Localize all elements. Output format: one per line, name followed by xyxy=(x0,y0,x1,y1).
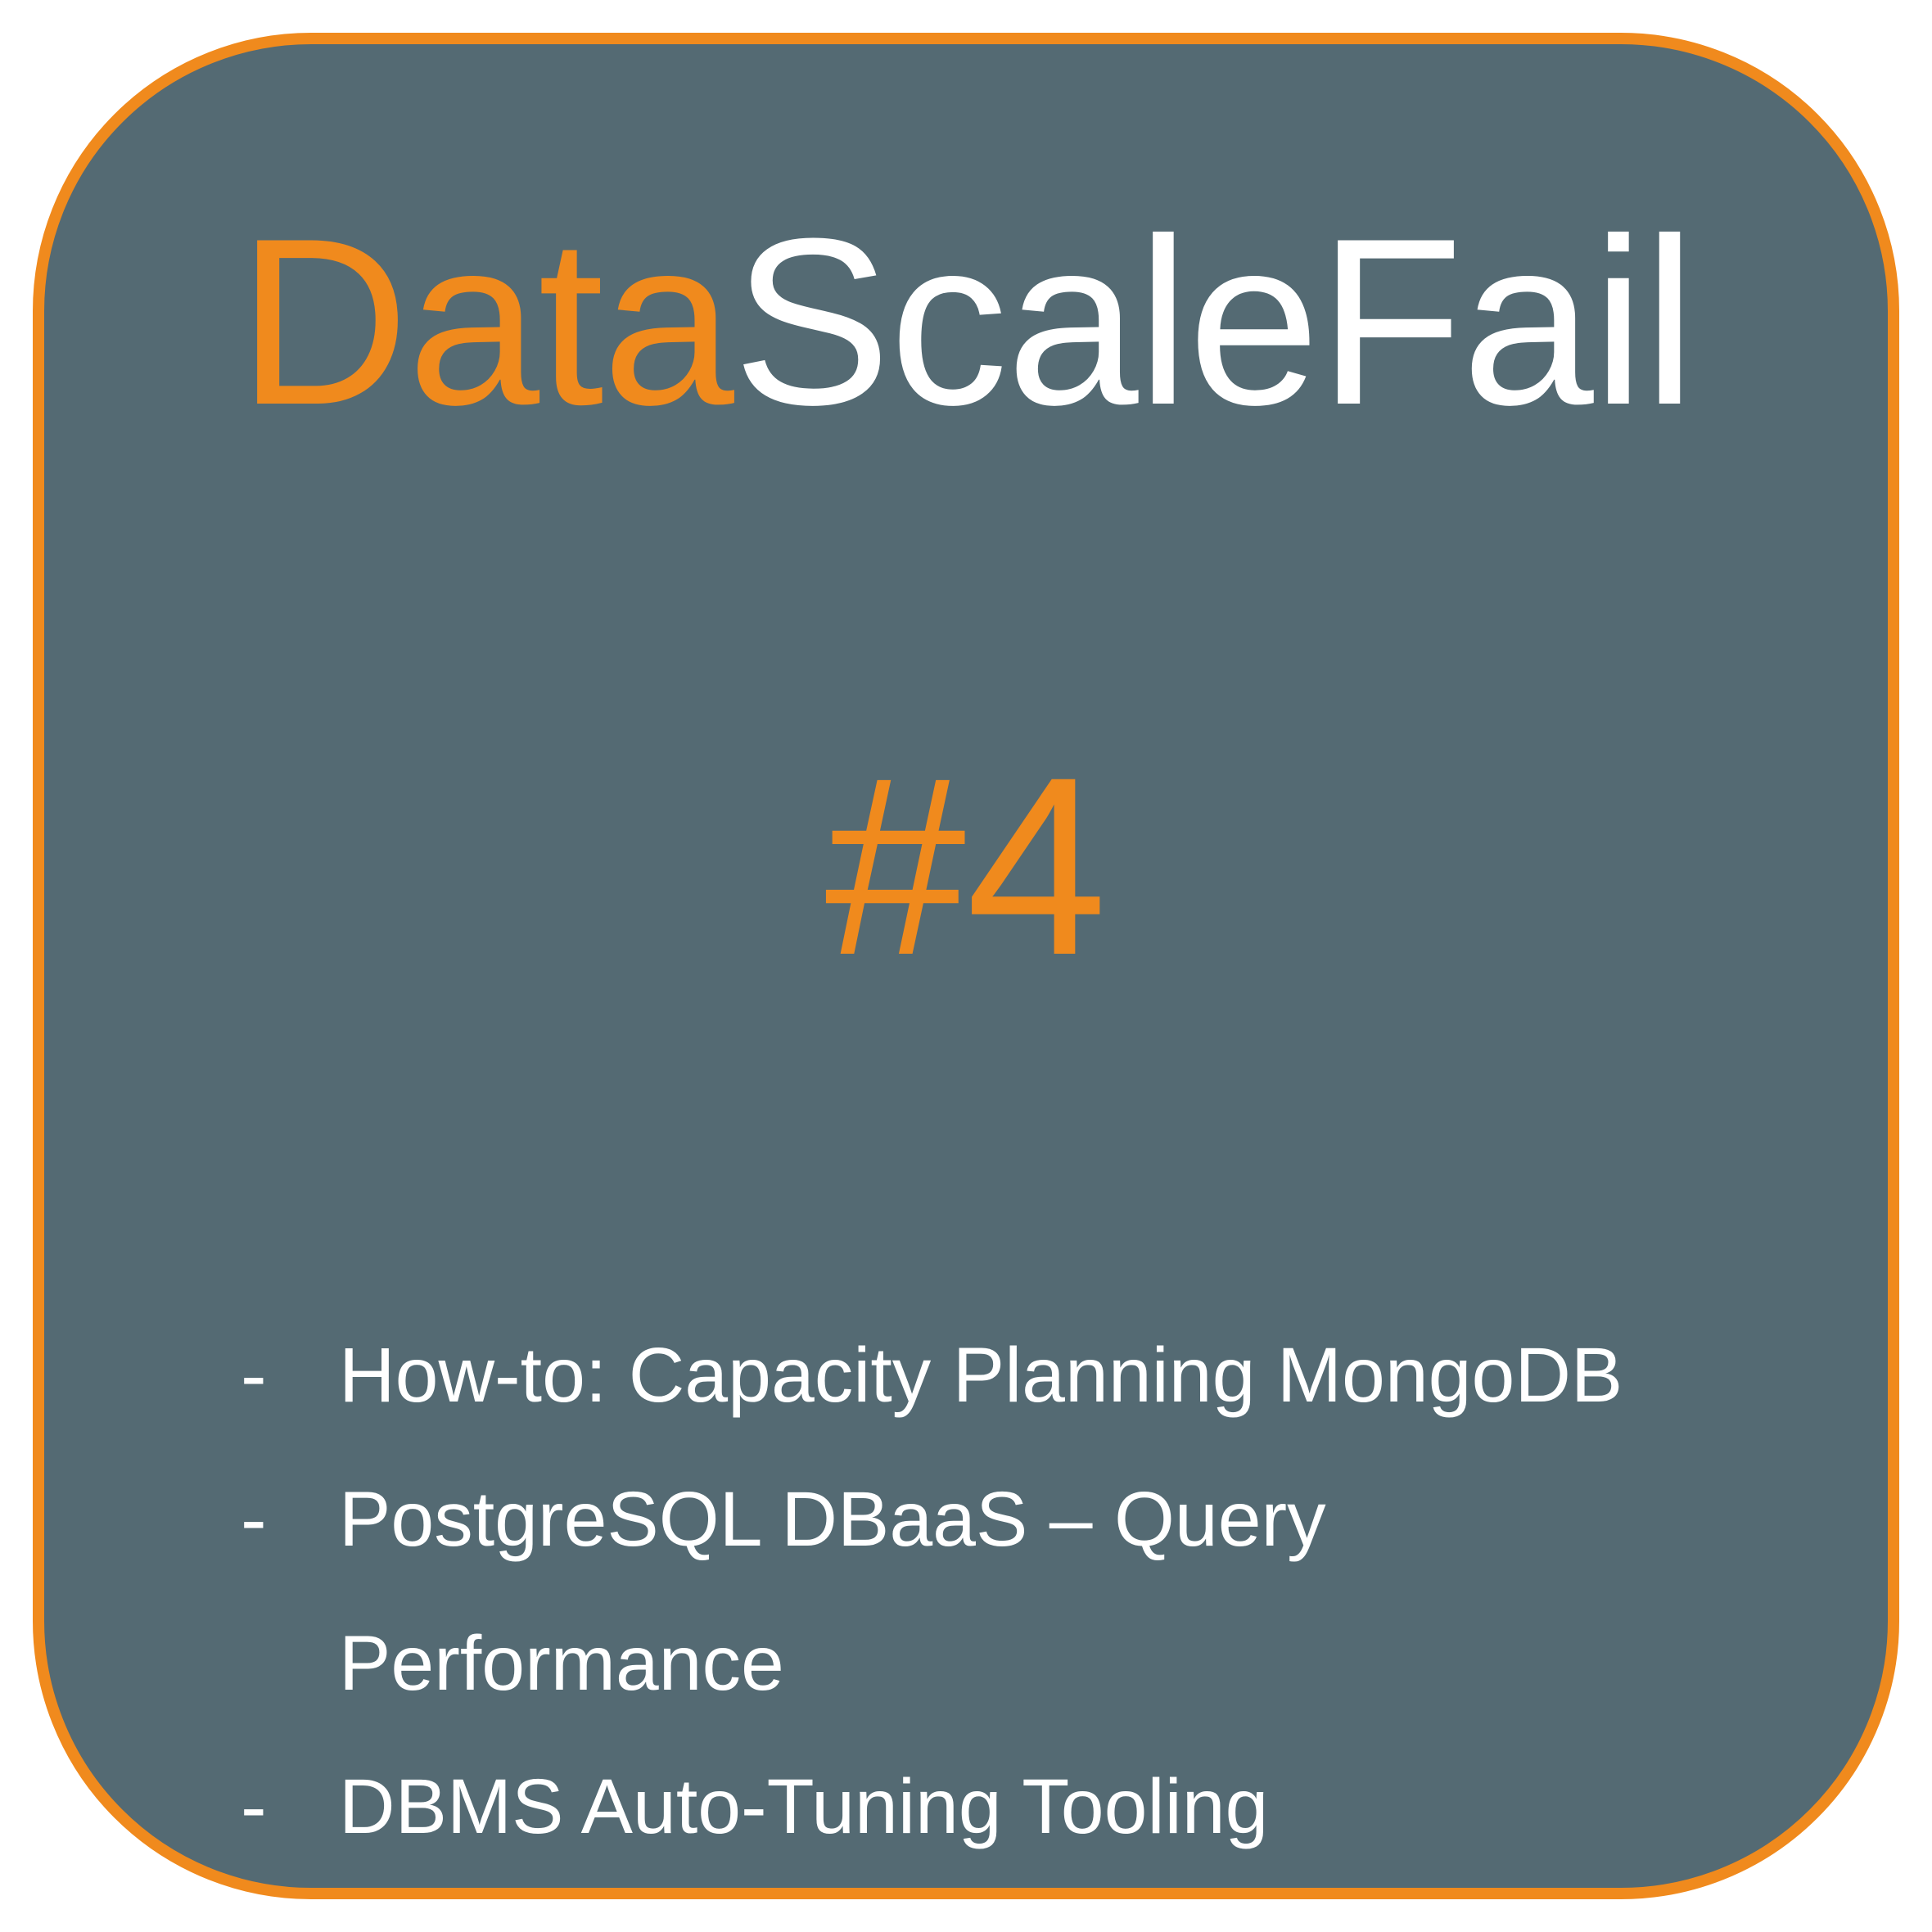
bullet-dash: - xyxy=(241,1736,339,1880)
list-item: - DBMS Auto-Tuning Tooling xyxy=(241,1736,1757,1880)
title-accent: Data xyxy=(237,189,733,454)
content-card: DataScaleFail #4 - How-to: Capacity Plan… xyxy=(33,33,1899,1899)
topics-list: - How-to: Capacity Planning MongoDB - Po… xyxy=(175,1304,1757,1880)
topic-text: PostgreSQL DBaaS – Query Performance xyxy=(339,1448,1757,1736)
topic-text: DBMS Auto-Tuning Tooling xyxy=(339,1736,1268,1880)
topic-text: How-to: Capacity Planning MongoDB xyxy=(339,1304,1623,1448)
bullet-dash: - xyxy=(241,1304,339,1448)
list-item: - How-to: Capacity Planning MongoDB xyxy=(241,1304,1757,1448)
page-title: DataScaleFail xyxy=(175,192,1757,453)
title-main: ScaleFail xyxy=(733,189,1695,454)
issue-number: #4 xyxy=(175,739,1757,993)
bullet-dash: - xyxy=(241,1448,339,1592)
list-item: - PostgreSQL DBaaS – Query Performance xyxy=(241,1448,1757,1736)
